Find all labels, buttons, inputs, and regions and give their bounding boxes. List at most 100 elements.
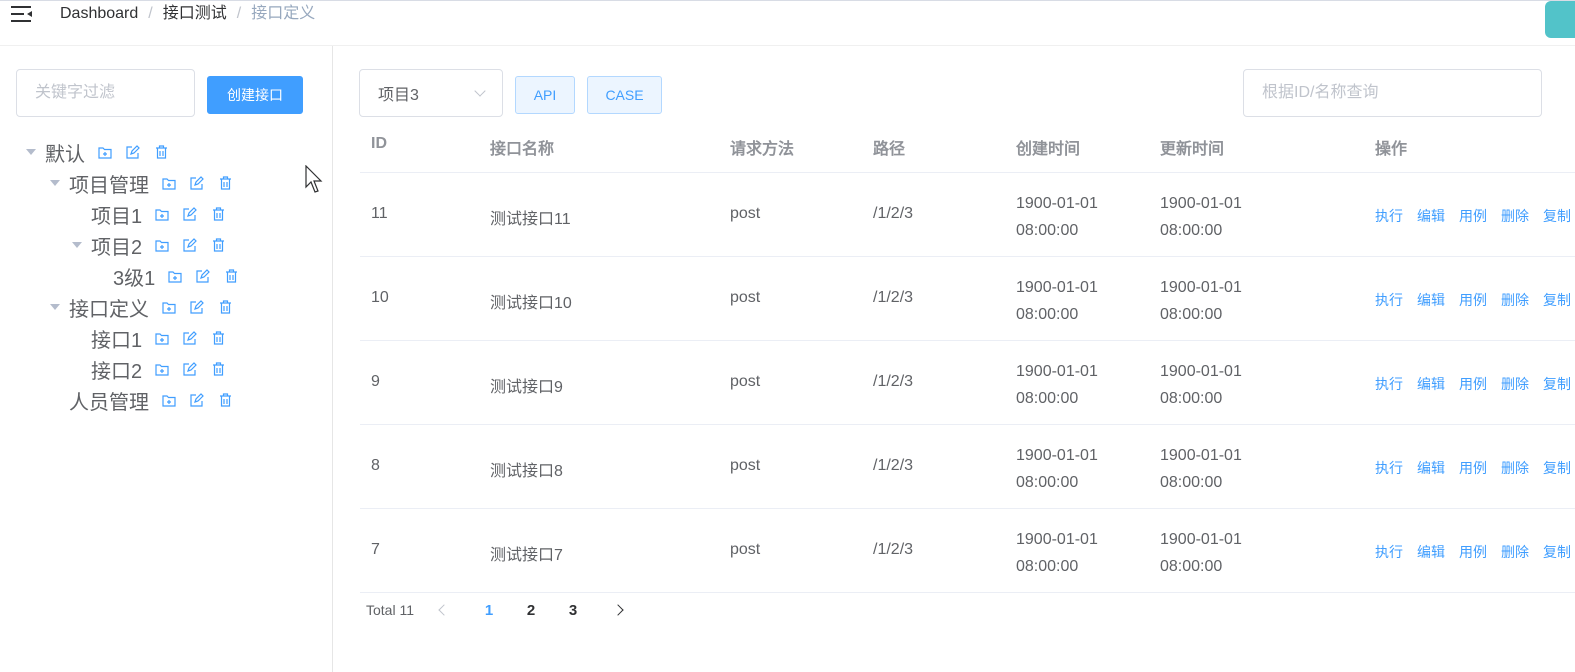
run-link[interactable]: 执行 (1375, 290, 1403, 310)
delete-icon[interactable] (210, 237, 226, 253)
caret-down-icon[interactable] (50, 304, 60, 310)
case-link[interactable]: 用例 (1459, 458, 1487, 478)
tree-node-actions (161, 392, 245, 408)
case-link[interactable]: 用例 (1459, 206, 1487, 226)
run-link[interactable]: 执行 (1375, 458, 1403, 478)
caret-down-icon[interactable] (50, 180, 60, 186)
copy-link[interactable]: 复制 (1543, 542, 1571, 562)
add-folder-icon[interactable] (154, 361, 170, 377)
tree-node[interactable]: 接口2 (72, 355, 238, 383)
edit-icon[interactable] (195, 268, 211, 284)
run-link[interactable]: 执行 (1375, 206, 1403, 226)
run-link[interactable]: 执行 (1375, 374, 1403, 394)
add-folder-icon[interactable] (154, 237, 170, 253)
tree-node-label[interactable]: 接口2 (91, 355, 142, 384)
keyword-filter-input[interactable] (16, 69, 195, 117)
tree-node[interactable]: 项目管理 (50, 169, 245, 197)
edit-link[interactable]: 编辑 (1417, 290, 1445, 310)
tree-node[interactable]: 3级1 (94, 262, 251, 290)
table-row: 10 测试接口10 post/1/2/3 1900-01-01 08:00:00 190… (360, 257, 1575, 341)
run-link[interactable]: 执行 (1375, 542, 1403, 562)
delete-icon[interactable] (223, 268, 239, 284)
project-select[interactable]: 项目3 (359, 69, 503, 117)
delete-link[interactable]: 删除 (1501, 374, 1529, 394)
delete-link[interactable]: 删除 (1501, 206, 1529, 226)
pagination-total: Total 11 (366, 602, 414, 618)
add-folder-icon[interactable] (161, 175, 177, 191)
tree-node[interactable]: 人员管理 (50, 386, 245, 414)
add-folder-icon[interactable] (167, 268, 183, 284)
edit-link[interactable]: 编辑 (1417, 458, 1445, 478)
page-3[interactable]: 3 (552, 602, 594, 619)
delete-link[interactable]: 删除 (1501, 290, 1529, 310)
edit-icon[interactable] (182, 206, 198, 222)
edit-icon[interactable] (182, 237, 198, 253)
delete-icon[interactable] (210, 361, 226, 377)
edit-icon[interactable] (189, 299, 205, 315)
project-select-value: 项目3 (378, 87, 419, 104)
page-1[interactable]: 1 (468, 602, 510, 619)
id-name-search-input[interactable] (1243, 69, 1542, 117)
caret-down-icon[interactable] (72, 242, 82, 248)
delete-icon[interactable] (210, 206, 226, 222)
edit-link[interactable]: 编辑 (1417, 542, 1445, 562)
copy-link[interactable]: 复制 (1543, 374, 1571, 394)
edit-icon[interactable] (182, 330, 198, 346)
tree-node[interactable]: 默认 (26, 138, 181, 166)
edit-icon[interactable] (125, 144, 141, 160)
add-folder-icon[interactable] (154, 206, 170, 222)
settings-gear-icon[interactable] (1545, 1, 1575, 38)
api-tree-panel: 创建接口 默认项目管理项目1项目23级1接口定义接口1接口2人员管理 (0, 46, 333, 672)
case-button[interactable]: CASE (587, 76, 662, 114)
tree-node-label[interactable]: 项目1 (91, 200, 142, 229)
tree-node-actions (154, 206, 238, 222)
cell-created: 1900-01-01 08:00:00 (1016, 279, 1098, 323)
tree-node-label[interactable]: 接口1 (91, 324, 142, 353)
tree-node-label[interactable]: 项目管理 (69, 169, 149, 198)
create-api-button[interactable]: 创建接口 (207, 76, 303, 114)
case-link[interactable]: 用例 (1459, 290, 1487, 310)
edit-icon[interactable] (189, 392, 205, 408)
tree-node-label[interactable]: 接口定义 (69, 293, 149, 322)
edit-link[interactable]: 编辑 (1417, 206, 1445, 226)
next-page-icon[interactable] (612, 604, 624, 616)
tree-node-label[interactable]: 默认 (45, 138, 85, 167)
add-folder-icon[interactable] (161, 299, 177, 315)
case-link[interactable]: 用例 (1459, 374, 1487, 394)
copy-link[interactable]: 复制 (1543, 206, 1571, 226)
delete-link[interactable]: 删除 (1501, 542, 1529, 562)
edit-link[interactable]: 编辑 (1417, 374, 1445, 394)
edit-icon[interactable] (189, 175, 205, 191)
tree-node-label[interactable]: 3级1 (113, 262, 155, 291)
copy-link[interactable]: 复制 (1543, 290, 1571, 310)
add-folder-icon[interactable] (97, 144, 113, 160)
copy-link[interactable]: 复制 (1543, 458, 1571, 478)
delete-icon[interactable] (217, 392, 233, 408)
case-link[interactable]: 用例 (1459, 542, 1487, 562)
cell-path: /1/2/3 (873, 457, 914, 474)
tree-node-label[interactable]: 项目2 (91, 231, 142, 260)
tree-node[interactable]: 项目2 (72, 231, 238, 259)
edit-icon[interactable] (182, 361, 198, 377)
delete-icon[interactable] (217, 299, 233, 315)
delete-icon[interactable] (217, 175, 233, 191)
breadcrumb-dashboard[interactable]: Dashboard (60, 4, 138, 24)
tree-node[interactable]: 项目1 (72, 200, 238, 228)
api-button[interactable]: API (515, 76, 575, 114)
tree-node[interactable]: 接口定义 (50, 293, 245, 321)
delete-link[interactable]: 删除 (1501, 458, 1529, 478)
prev-page-icon[interactable] (438, 604, 450, 616)
tree-node-label[interactable]: 人员管理 (69, 386, 149, 415)
tree-node[interactable]: 接口1 (72, 324, 238, 352)
delete-icon[interactable] (210, 330, 226, 346)
caret-down-icon[interactable] (26, 149, 36, 155)
hamburger-menu-icon[interactable] (11, 5, 33, 23)
cell-name: 测试接口11 (490, 211, 571, 228)
add-folder-icon[interactable] (154, 330, 170, 346)
page-2[interactable]: 2 (510, 602, 552, 619)
header-created: 创建时间 (1016, 141, 1081, 158)
breadcrumb-api-test[interactable]: 接口测试 (163, 4, 227, 24)
delete-icon[interactable] (153, 144, 169, 160)
add-folder-icon[interactable] (161, 392, 177, 408)
cell-method: post (730, 541, 761, 558)
